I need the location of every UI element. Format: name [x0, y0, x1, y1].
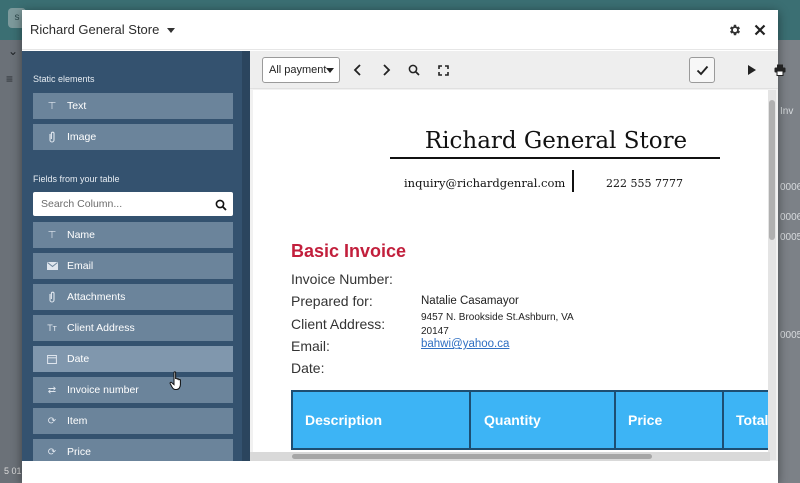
close-button[interactable] — [749, 19, 771, 41]
paperclip-icon — [46, 131, 58, 143]
sync-icon: ⟳ — [47, 415, 57, 427]
field-item-item[interactable]: ⟳ Item — [33, 408, 233, 434]
search-icon — [408, 64, 420, 76]
title-divider — [390, 157, 720, 159]
base-selector[interactable]: Richard General Store — [30, 22, 176, 37]
field-item-name[interactable]: ⊤ Name — [33, 222, 233, 248]
sidebar-scrollbar[interactable] — [242, 51, 250, 461]
value-prepared-for: Natalie Casamayor — [421, 295, 519, 307]
preview-play-button[interactable] — [741, 59, 763, 81]
field-item-attachments[interactable]: Attachments — [33, 284, 233, 310]
column-header-price: Price — [616, 392, 724, 448]
field-item-client-address[interactable]: Tт Client Address — [33, 315, 233, 341]
sidebar-item-label: Text — [67, 100, 87, 112]
value-client-address: 9457 N. Brookside St.Ashburn, VA 20147 — [421, 312, 574, 337]
close-icon — [754, 24, 766, 36]
check-icon — [696, 65, 708, 75]
items-table-header: Description Quantity Price Total — [291, 390, 768, 450]
text-icon: ⊤ — [47, 229, 57, 241]
caret-down-icon — [326, 68, 334, 73]
search-input[interactable] — [33, 192, 208, 216]
modal-header: Richard General Store — [22, 10, 778, 50]
settings-button[interactable] — [724, 19, 746, 41]
done-button[interactable] — [689, 57, 715, 83]
paperclip-icon — [46, 291, 58, 303]
field-item-price[interactable]: ⟳ Price — [33, 439, 233, 461]
scroll-thumb[interactable] — [769, 100, 775, 240]
chevron-left-icon — [353, 64, 361, 76]
sidebar-item-label: Name — [67, 229, 96, 241]
modal-title: Richard General Store — [30, 22, 160, 37]
invoice-builder-modal: Richard General Store Static elements ⊤ … — [22, 10, 786, 483]
gear-icon — [729, 24, 741, 36]
play-icon — [748, 65, 756, 75]
label-date: Date: — [291, 360, 325, 376]
static-elements-heading: Static elements — [33, 74, 95, 84]
label-invoice-number: Invoice Number: — [291, 271, 393, 287]
background-chevron-icon: ⌄ — [8, 44, 19, 58]
caret-down-icon — [167, 28, 176, 34]
sidebar-item-label: Item — [67, 415, 88, 427]
search-record-button[interactable] — [403, 59, 425, 81]
background-menu-icon: ≡ — [6, 72, 14, 86]
fullscreen-button[interactable] — [432, 59, 454, 81]
fields-sidebar: Static elements ⊤ Text Image Fields from… — [22, 51, 250, 461]
background-cell: 0005 — [780, 330, 800, 341]
column-header-quantity: Quantity — [472, 392, 616, 448]
envelope-icon — [46, 262, 58, 270]
column-search — [33, 192, 233, 216]
record-filter-select[interactable]: All payment — [262, 57, 340, 83]
document-horizontal-scrollbar[interactable] — [250, 452, 770, 461]
background-cell: 0005 — [780, 232, 800, 243]
value-email-link[interactable]: bahwi@yahoo.ca — [421, 338, 509, 350]
background-cell: 0006 — [780, 182, 800, 193]
sidebar-item-label: Price — [67, 446, 91, 458]
print-button[interactable] — [769, 59, 791, 81]
column-header-description: Description — [293, 392, 471, 448]
long-text-icon: Tт — [47, 323, 57, 333]
static-item-text[interactable]: ⊤ Text — [33, 93, 233, 119]
chevron-right-icon — [383, 64, 391, 76]
sidebar-item-label: Invoice number — [67, 384, 139, 396]
fields-heading: Fields from your table — [33, 174, 120, 184]
contact-divider — [572, 170, 574, 192]
background-cell: 0006 — [780, 212, 800, 223]
sync-icon: ⟳ — [47, 446, 57, 458]
static-item-image[interactable]: Image — [33, 124, 233, 150]
label-email: Email: — [291, 338, 330, 354]
store-email: inquiry@richardgenral.com — [404, 176, 566, 190]
hand-cursor-icon — [169, 371, 181, 390]
store-phone: 222 555 7777 — [606, 177, 683, 190]
background-cell: Inv — [780, 106, 794, 117]
sidebar-item-label: Email — [67, 260, 94, 272]
background-footer-text: 5 01 — [4, 466, 22, 476]
sidebar-item-label: Attachments — [67, 291, 126, 303]
sidebar-item-label: Date — [67, 353, 90, 365]
label-prepared-for: Prepared for: — [291, 293, 373, 309]
printer-icon — [774, 64, 786, 76]
record-filter-value: All payment — [269, 64, 327, 76]
field-item-invoice-number[interactable]: ⇄ Invoice number — [33, 377, 233, 403]
calendar-icon — [46, 354, 58, 364]
scroll-thumb[interactable] — [292, 454, 652, 459]
text-icon: ⊤ — [47, 100, 57, 112]
store-name: Richard General Store — [424, 128, 688, 154]
label-client-address: Client Address: — [291, 316, 386, 332]
column-header-total: Total — [736, 412, 768, 428]
link-arrows-icon: ⇄ — [47, 384, 57, 396]
preview-toolbar: All payment — [250, 51, 786, 89]
sidebar-item-label: Image — [67, 131, 97, 143]
preview-area: All payment Richard General Store inquir… — [250, 51, 786, 461]
field-item-date[interactable]: Date — [33, 346, 233, 372]
expand-icon — [437, 64, 449, 76]
previous-record-button[interactable] — [347, 59, 369, 81]
field-item-email[interactable]: Email — [33, 253, 233, 279]
next-record-button[interactable] — [375, 59, 397, 81]
invoice-document: Richard General Store inquiry@richardgen… — [253, 90, 768, 460]
search-icon[interactable] — [215, 198, 227, 216]
invoice-title: Basic Invoice — [291, 241, 407, 261]
document-vertical-scrollbar[interactable] — [768, 90, 776, 460]
sidebar-item-label: Client Address — [67, 322, 135, 334]
